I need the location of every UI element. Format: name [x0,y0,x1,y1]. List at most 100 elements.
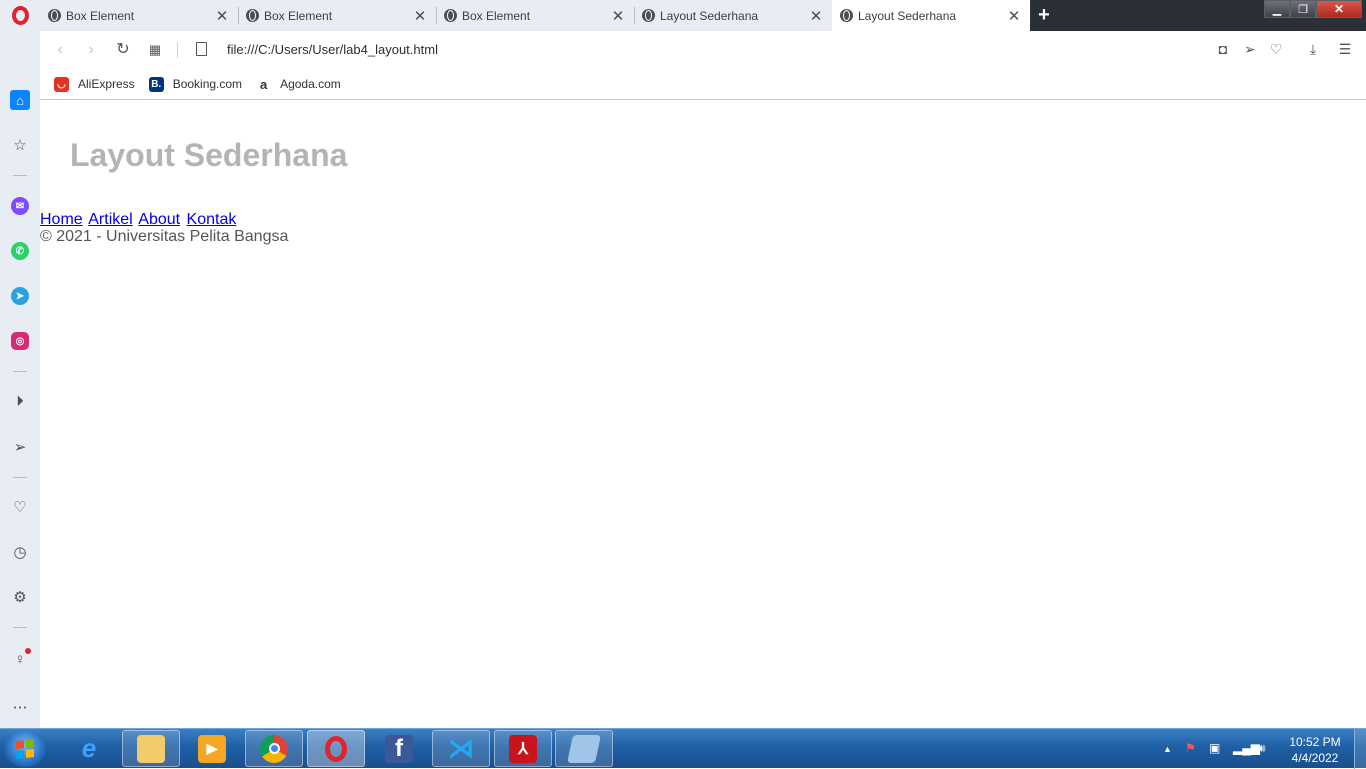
home-icon[interactable]: ⌂ [10,90,30,110]
instagram-icon[interactable]: ◎ [10,331,30,351]
booking-icon: B. [148,76,164,92]
bookmark-label: AliExpress [78,77,135,91]
volume-icon[interactable]: 🔊︎ [1258,741,1266,756]
heart-icon[interactable]: ♡ [10,497,30,517]
separator [13,175,27,176]
forward-button[interactable]: › [81,40,101,60]
gear-icon[interactable]: ⚙ [10,587,30,607]
acrobat-app[interactable]: ⅄ [494,730,552,767]
notepad-icon [567,734,601,763]
tab-title: Box Element [462,8,531,23]
power-icon[interactable]: ▣ [1209,741,1220,755]
play-icon: ▶ [198,734,226,763]
media-player-app[interactable]: ▶ [183,730,241,767]
back-button[interactable]: ‹ [50,40,70,60]
speed-dial-icon[interactable]: ☆ [10,135,30,155]
separator [177,42,178,58]
close-window-button[interactable]: ✕ [1316,0,1362,18]
page-footer: © 2021 - Universitas Pelita Bangsa [40,228,289,245]
tab-list: Box Element ✕ Box Element ✕ Box Element … [40,0,1030,31]
opera-menu-button[interactable] [0,0,40,31]
tab-layout-sederhana-active[interactable]: Layout Sederhana ✕ [832,0,1030,31]
opera-app[interactable] [307,730,365,767]
start-button[interactable] [4,731,46,767]
bookmark-aliexpress[interactable]: ◡ AliExpress [54,76,135,92]
explorer-app[interactable] [122,730,180,767]
opera-logo-icon [11,6,29,25]
chrome-app[interactable] [245,730,303,767]
page-info-icon[interactable] [196,42,207,56]
internet-explorer-app[interactable]: e [60,730,118,767]
window-controls: ▁ ❐ ✕ [1264,0,1362,18]
player-icon[interactable]: ⏵ [10,391,30,411]
globe-icon [48,9,61,22]
facebook-app[interactable]: f [370,730,428,767]
close-icon[interactable]: ✕ [606,7,630,25]
easy-setup-icon[interactable]: ☰ [1336,41,1354,58]
tab-strip: Box Element ✕ Box Element ✕ Box Element … [0,0,1366,31]
tab-title: Layout Sederhana [660,8,759,23]
clock-time: 10:52 PM [1289,735,1341,749]
tab-title: Layout Sederhana [858,8,957,23]
show-desktop-button[interactable] [1354,729,1366,769]
facebook-icon: f [385,734,413,763]
notepad-app[interactable] [555,730,613,767]
network-icon[interactable]: ▂▄▆ [1233,741,1260,755]
notification-dot [25,648,31,654]
vscode-app[interactable]: ⋊ [432,730,490,767]
minimize-button[interactable]: ▁ [1264,0,1290,18]
separator [13,627,27,628]
taskbar-clock[interactable]: 10:52 PM 4/4/2022 [1278,734,1352,766]
chrome-icon [260,734,288,763]
nav-link-home[interactable]: Home [40,211,83,228]
show-hidden-icons-button[interactable]: ▲ [1163,744,1172,754]
nav-link-artikel[interactable]: Artikel [88,211,132,228]
maximize-button[interactable]: ❐ [1290,0,1316,18]
bookmark-booking[interactable]: B. Booking.com [148,76,242,92]
close-icon[interactable]: ✕ [210,7,234,25]
snapshot-icon[interactable]: ◘ [1214,41,1232,57]
history-icon[interactable]: ◷ [10,542,30,562]
separator [13,477,27,478]
messenger-icon[interactable]: ✉ [10,196,30,216]
tab-grid-button[interactable]: ▦ [145,40,165,60]
close-icon[interactable]: ✕ [1002,7,1026,25]
new-tab-button[interactable]: + [1032,3,1056,27]
nav-link-about[interactable]: About [138,211,180,228]
ie-icon: e [81,733,97,763]
nav-link-kontak[interactable]: Kontak [187,211,237,228]
separator [13,371,27,372]
tab-box-element-2[interactable]: Box Element ✕ [238,0,436,31]
globe-icon [444,9,457,22]
tab-box-element-1[interactable]: Box Element ✕ [40,0,238,31]
clock-date: 4/4/2022 [1291,751,1339,765]
tab-title: Box Element [66,8,135,23]
bookmark-label: Agoda.com [280,77,341,91]
download-icon[interactable]: ⤓ [1304,41,1322,58]
send-icon[interactable]: ➢ [10,437,30,457]
page-title: Layout Sederhana [70,137,348,173]
bookmarks-bar: ◡ AliExpress B. Booking.com a Agoda.com [40,69,1366,100]
page-nav: Home Artikel About Kontak [40,211,238,229]
send-icon[interactable]: ➢ [1241,41,1259,58]
more-icon[interactable]: ⋯ [10,697,30,717]
windows-taskbar: e ▶ f ⋊ ⅄ ▲ ⚑ ▣ ▂▄▆ 🔊︎ 10:52 PM 4/4/2022 [0,728,1366,769]
globe-icon [642,9,655,22]
folder-icon [137,734,165,763]
globe-icon [840,9,853,22]
bookmark-agoda[interactable]: a Agoda.com [256,76,341,92]
close-icon[interactable]: ✕ [408,7,432,25]
whatsapp-icon[interactable]: ✆ [10,241,30,261]
reload-button[interactable]: ↻ [113,40,133,60]
heart-icon[interactable]: ♡ [1267,41,1285,58]
windows-logo-icon [16,739,34,759]
opera-sidebar: ⌂ ☆ ✉ ✆ ➤ ◎ ⏵ ➢ ♡ ◷ ⚙ ♀ ⋯ [0,31,40,728]
tab-box-element-3[interactable]: Box Element ✕ [436,0,634,31]
close-icon[interactable]: ✕ [804,7,828,25]
address-input[interactable]: file:///C:/Users/User/lab4_layout.html [227,42,438,57]
address-toolbar: ‹ › ↻ ▦ file:///C:/Users/User/lab4_layou… [40,31,1366,69]
telegram-icon[interactable]: ➤ [10,286,30,306]
tab-layout-sederhana-1[interactable]: Layout Sederhana ✕ [634,0,832,31]
action-center-icon[interactable]: ⚑ [1185,741,1196,755]
globe-icon [246,9,259,22]
